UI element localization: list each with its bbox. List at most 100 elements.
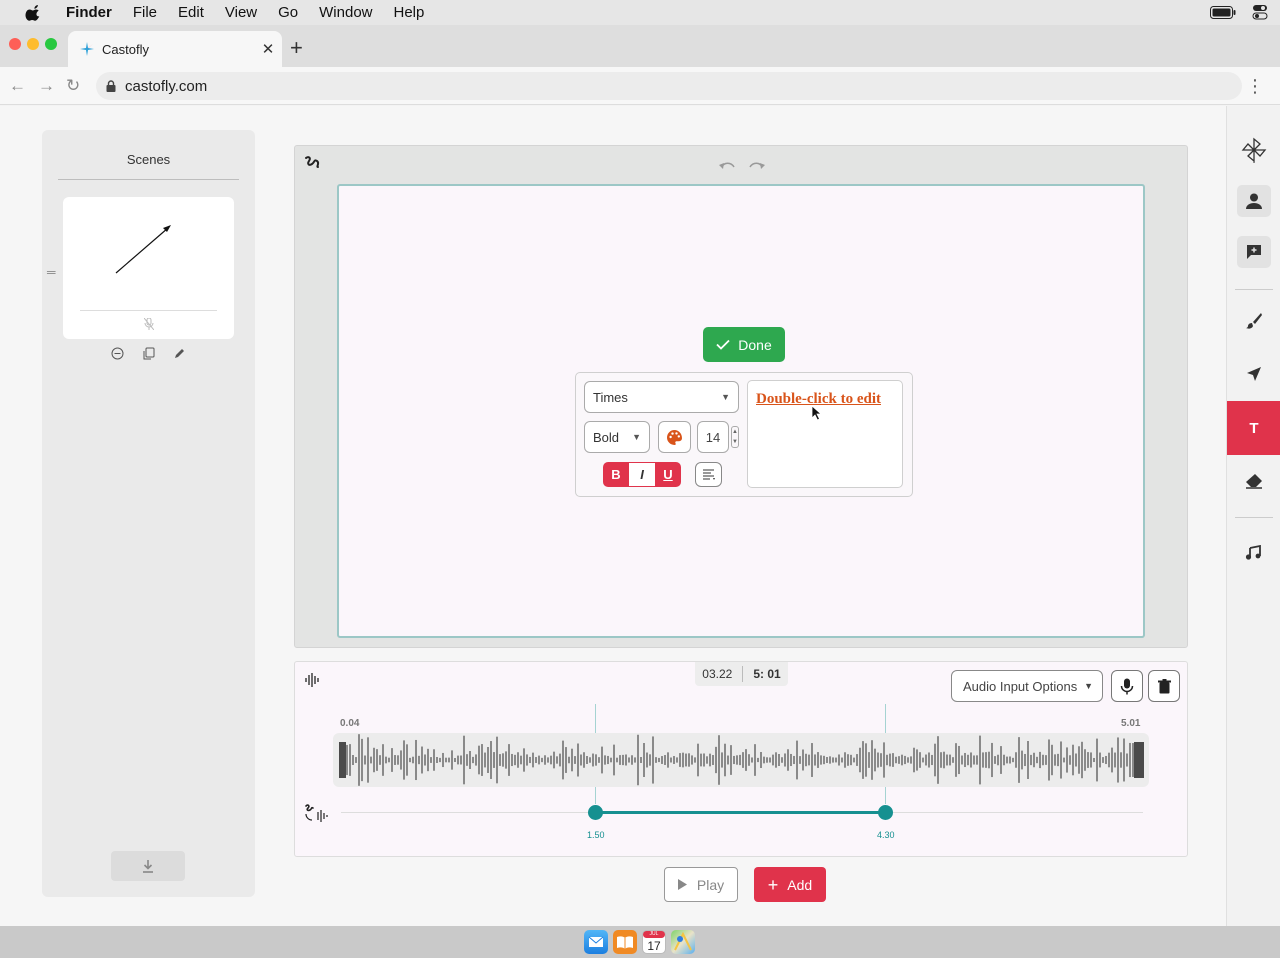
text-icon: T [1249,419,1259,437]
right-toolbar: T [1226,106,1280,926]
app-page: Scenes ═ Done Times ▼ Bold ▼ 14 ▲ ▼ B I … [0,106,1280,926]
menu-file[interactable]: File [133,4,157,21]
scene-thumbnail[interactable] [63,197,234,339]
castofly-favicon-icon [80,42,94,56]
font-family-select[interactable]: Times ▼ [584,381,739,413]
toolbar-divider [1235,289,1273,290]
undo-icon[interactable] [718,159,736,171]
calendar-month: JUL [643,931,665,938]
maps-icon[interactable] [671,930,695,954]
reload-icon[interactable]: ↻ [66,76,80,96]
scenes-panel: Scenes ═ [42,130,255,897]
control-center-icon[interactable] [1252,4,1268,20]
castofly-logo-icon [305,156,320,168]
check-icon [716,339,730,350]
add-label: Add [787,876,813,893]
url-field[interactable]: castofly.com [96,72,1242,100]
done-label: Done [738,336,772,353]
forward-arrow-icon[interactable]: → [38,76,55,96]
underline-button[interactable]: U [655,462,681,487]
tool-eraser[interactable] [1227,454,1280,508]
menu-app-name[interactable]: Finder [66,4,112,21]
total-time: 5: 01 [753,667,781,681]
battery-icon[interactable] [1210,5,1236,19]
scenes-divider [58,179,239,180]
font-size-stepper[interactable]: ▲ ▼ [731,426,739,448]
back-arrow-icon[interactable]: ← [9,76,26,96]
window-zoom-button[interactable] [45,38,57,50]
music-icon [1245,545,1261,560]
brush-icon [1246,313,1262,329]
mail-icon[interactable] [584,930,608,954]
drag-handle-icon[interactable]: ═ [47,265,56,279]
tool-pointer[interactable] [1227,347,1280,401]
text-preview-box[interactable]: Double-click to edit [747,380,903,488]
menu-bar: Finder File Edit View Go Window Help [0,0,1280,25]
tab-close-icon[interactable]: ✕ [254,40,282,58]
audio-panel: 03.22 5: 01 Audio Input Options ▼ 0.04 5… [294,661,1188,857]
text-style-group: B I U [603,462,681,487]
browser-menu-icon[interactable]: ⋮ [1246,76,1264,97]
sync-audio-icon[interactable] [304,802,328,824]
new-tab-button[interactable]: + [290,35,303,61]
delete-audio-button[interactable] [1148,670,1180,702]
undo-redo-group [718,159,766,171]
menu-view[interactable]: View [225,4,257,21]
edit-scene-icon[interactable] [173,347,186,360]
download-icon [143,860,153,873]
tool-brush[interactable] [1227,294,1280,348]
calendar-icon[interactable]: JUL 17 [642,930,666,954]
remove-scene-icon[interactable] [111,347,124,360]
tool-character[interactable] [1227,174,1280,228]
range-start-label: 0.04 [340,718,360,729]
selection-end-handle[interactable] [878,805,893,820]
window-minimize-button[interactable] [27,38,39,50]
audio-waveform[interactable] [333,733,1149,787]
font-weight-select[interactable]: Bold ▼ [584,421,650,453]
comment-icon [1237,236,1271,268]
window-close-button[interactable] [9,38,21,50]
drawing-canvas[interactable]: Done Times ▼ Bold ▼ 14 ▲ ▼ B I U Double-… [337,184,1145,638]
font-family-value: Times [593,390,628,405]
bold-button[interactable]: B [603,462,629,487]
download-button[interactable] [111,851,185,881]
menu-window[interactable]: Window [319,4,372,21]
browser-tab[interactable]: Castofly ✕ [68,31,282,67]
text-color-button[interactable] [658,421,691,453]
redo-icon[interactable] [748,159,766,171]
tool-music[interactable] [1227,526,1280,580]
chevron-down-icon: ▼ [632,432,641,442]
audio-input-select[interactable]: Audio Input Options ▼ [951,670,1103,702]
browser-tab-bar: Castofly ✕ + [0,25,1280,67]
time-display: 03.22 5: 01 [695,662,788,686]
apple-logo-icon[interactable] [24,4,44,21]
palette-icon [667,429,682,445]
url-text: castofly.com [125,77,208,95]
dock: JUL 17 [0,926,1280,958]
books-icon[interactable] [613,930,637,954]
font-size-input[interactable]: 14 [697,421,729,453]
done-button[interactable]: Done [703,327,785,362]
pinwheel-icon [1241,137,1267,163]
play-button[interactable]: Play [664,867,738,902]
chevron-down-icon: ▼ [1084,681,1093,691]
microphone-icon [1120,678,1134,694]
scenes-title: Scenes [126,152,171,167]
menu-help[interactable]: Help [394,4,425,21]
eraser-icon [1246,474,1262,489]
record-button[interactable] [1111,670,1143,702]
muted-mic-icon [144,318,154,330]
selection-start-handle[interactable] [588,805,603,820]
menu-edit[interactable]: Edit [178,4,204,21]
tool-pinwheel[interactable] [1227,123,1280,177]
scene-card-divider [80,310,217,311]
dock-icons: JUL 17 [584,930,695,954]
duplicate-scene-icon[interactable] [142,347,155,360]
tool-text[interactable]: T [1227,401,1280,455]
add-button[interactable]: + Add [754,867,826,902]
font-weight-value: Bold [593,430,620,445]
menu-go[interactable]: Go [278,4,298,21]
text-align-button[interactable] [695,462,722,487]
italic-button[interactable]: I [629,462,655,487]
tool-comment[interactable] [1227,225,1280,279]
